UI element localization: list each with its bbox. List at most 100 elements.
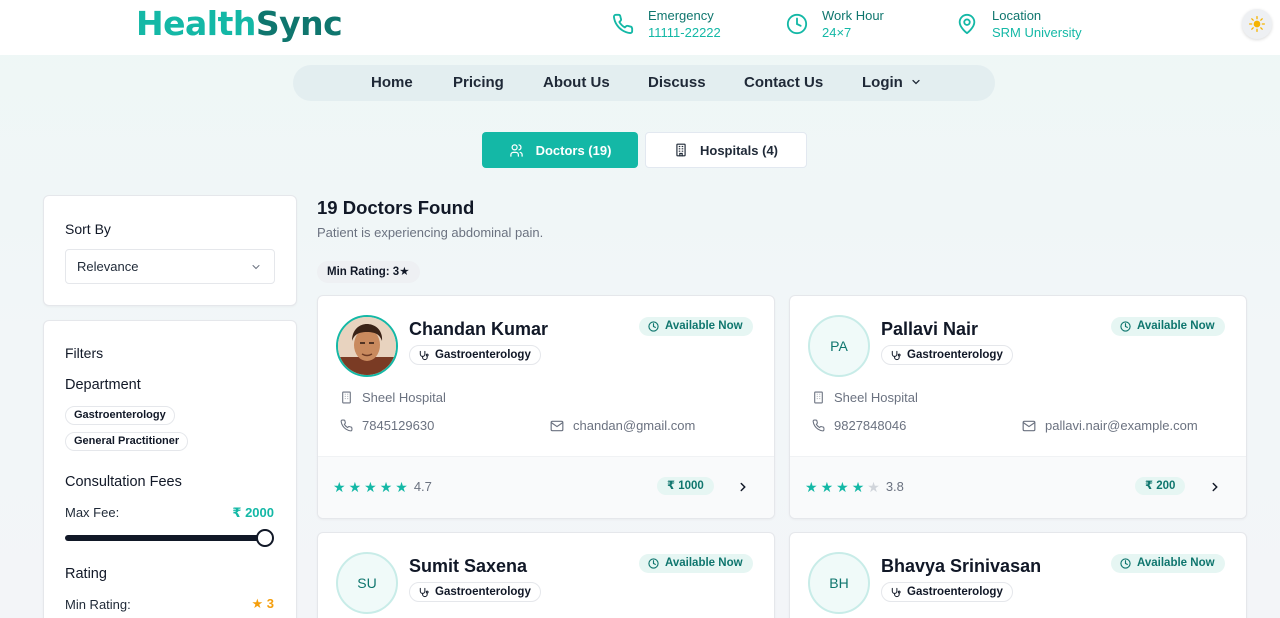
sort-select[interactable]: Relevance <box>65 249 275 284</box>
clock-icon <box>1120 558 1131 569</box>
star-empty-icon: ★ <box>867 478 880 495</box>
doctor-card[interactable]: PA Pallavi Nair Gastroenterology Availab… <box>789 295 1247 519</box>
rating-stars: ★ ★ ★ ★ ★ 3.8 <box>805 479 904 494</box>
fee-badge: ₹ 200 <box>1135 477 1186 495</box>
work-hour-label: Work Hour <box>822 8 884 23</box>
doctor-name[interactable]: Pallavi Nair <box>881 319 978 340</box>
min-rating-value: ★ 3 <box>251 596 274 612</box>
star-icon: ★ <box>379 478 393 495</box>
tab-hospitals[interactable]: Hospitals (4) <box>645 132 807 168</box>
email-address[interactable]: pallavi.nair@example.com <box>1045 418 1198 433</box>
location-value[interactable]: SRM University <box>992 24 1082 41</box>
email-address[interactable]: chandan@gmail.com <box>573 418 695 433</box>
star-icon: ★ <box>251 596 264 611</box>
results-title: 19 Doctors Found <box>317 197 475 218</box>
chevron-right-icon[interactable] <box>1208 480 1222 494</box>
location-label: Location <box>992 8 1042 23</box>
sun-icon <box>1249 16 1265 32</box>
min-rating-chip[interactable]: Min Rating: 3★ <box>317 261 420 283</box>
department-chip[interactable]: Gastroenterology <box>65 406 175 425</box>
fee-badge: ₹ 1000 <box>657 477 714 495</box>
min-rating-label: Min Rating: <box>65 597 131 612</box>
department-badge: Gastroenterology <box>881 582 1013 602</box>
email-row: chandan@gmail.com <box>550 418 695 433</box>
department-label: Gastroenterology <box>907 349 1003 361</box>
email-row: pallavi.nair@example.com <box>1022 418 1198 433</box>
mail-icon <box>1022 420 1036 431</box>
doctor-name[interactable]: Chandan Kumar <box>409 319 548 340</box>
logo-part-sync: Sync <box>255 4 343 43</box>
star-icon: ★ <box>820 478 834 495</box>
phone-number[interactable]: 9827848046 <box>834 418 906 433</box>
users-icon <box>509 143 523 157</box>
availability-badge: Available Now <box>639 554 753 573</box>
logo[interactable]: HealthSync <box>136 4 343 44</box>
availability-label: Available Now <box>1137 557 1215 569</box>
department-title: Department <box>65 377 141 393</box>
availability-badge: Available Now <box>1111 317 1225 336</box>
doctor-card[interactable]: BH Bhavya Srinivasan Gastroenterology Av… <box>789 532 1247 618</box>
department-badge: Gastroenterology <box>409 345 541 365</box>
results-subtitle: Patient is experiencing abdominal pain. <box>317 225 544 240</box>
phone-icon <box>613 13 634 34</box>
star-icon: ★ <box>395 478 408 495</box>
clock-icon <box>648 558 659 569</box>
phone-row: 9827848046 <box>812 418 906 433</box>
tab-hospitals-label: Hospitals (4) <box>699 142 778 158</box>
doctor-card[interactable]: Chandan Kumar Gastroenterology Available… <box>317 295 775 519</box>
hospital-name: Sheel Hospital <box>362 390 446 405</box>
theme-toggle-button[interactable] <box>1242 9 1272 39</box>
filter-panel: Filters Department Gastroenterology Gene… <box>43 320 297 618</box>
emergency-value[interactable]: 11111-22222 <box>648 24 721 41</box>
phone-number[interactable]: 7845129630 <box>362 418 434 433</box>
star-icon: ★ <box>348 478 362 495</box>
doctor-card[interactable]: SU Sumit Saxena Gastroenterology Availab… <box>317 532 775 618</box>
nav-login-label: Login <box>862 74 903 91</box>
work-hour-value: 24×7 <box>822 25 852 40</box>
logo-part-health: Health <box>136 4 256 43</box>
stethoscope-icon <box>419 587 429 597</box>
building-icon <box>676 143 686 157</box>
rating-value: 3.8 <box>885 479 904 494</box>
min-rating-number: 3 <box>266 596 274 611</box>
max-fee-slider-thumb[interactable] <box>256 529 274 547</box>
tab-doctors[interactable]: Doctors (19) <box>482 132 638 168</box>
doctor-photo <box>338 317 396 375</box>
chevron-right-icon[interactable] <box>736 480 750 494</box>
availability-badge: Available Now <box>639 317 753 336</box>
nav-login[interactable]: Login <box>862 74 922 92</box>
nav-home[interactable]: Home <box>371 74 413 92</box>
top-bar: HealthSync Emergency 11111-22222 Work Ho… <box>0 0 1280 55</box>
avatar <box>336 315 398 377</box>
department-chip[interactable]: General Practitioner <box>65 432 189 451</box>
doctor-name[interactable]: Bhavya Srinivasan <box>881 556 1041 577</box>
star-icon: ★ <box>805 478 818 495</box>
max-fee-slider-track[interactable] <box>65 535 266 541</box>
nav-pricing[interactable]: Pricing <box>453 74 504 92</box>
map-pin-icon <box>958 13 976 35</box>
rating-value: 4.7 <box>413 479 432 494</box>
nav-discuss[interactable]: Discuss <box>648 74 706 92</box>
hospital-name: Sheel Hospital <box>834 390 918 405</box>
star-icon: ★ <box>364 478 377 495</box>
chevron-down-icon <box>912 79 920 85</box>
stethoscope-icon <box>891 350 901 360</box>
building-icon <box>342 391 351 404</box>
phone-icon <box>340 419 353 432</box>
avatar: PA <box>808 315 870 377</box>
rating-stars: ★ ★ ★ ★ ★ 4.7 <box>333 479 432 494</box>
phone-row: 7845129630 <box>340 418 434 433</box>
max-fee-value: ₹ 2000 <box>232 505 274 520</box>
sort-selected-value: Relevance <box>77 259 139 274</box>
stethoscope-icon <box>419 350 429 360</box>
rating-title: Rating <box>65 566 107 582</box>
chevron-down-icon <box>252 265 260 270</box>
avatar: BH <box>808 552 870 614</box>
star-icon: ★ <box>851 478 865 495</box>
clock-icon <box>786 13 808 35</box>
nav-contact-us[interactable]: Contact Us <box>744 74 823 92</box>
star-icon: ★ <box>333 478 346 495</box>
nav-about-us[interactable]: About Us <box>543 74 610 92</box>
tab-doctors-label: Doctors (19) <box>535 142 612 158</box>
doctor-name[interactable]: Sumit Saxena <box>409 556 527 577</box>
